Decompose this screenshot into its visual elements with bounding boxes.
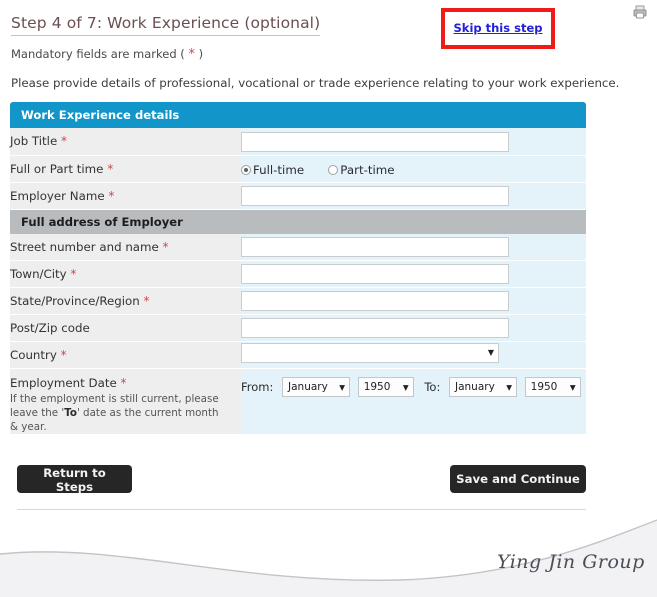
label-town-city-text: Town/City bbox=[10, 267, 67, 281]
employment-date-controls: From: January ▼ 1950 ▼ To: January ▼ 1950 ▼ bbox=[241, 377, 586, 397]
to-year-value: 1950 bbox=[530, 381, 558, 393]
radio-full-time-dot[interactable] bbox=[241, 165, 251, 175]
printer-icon[interactable] bbox=[632, 4, 648, 20]
form-row-state-province: State/Province/Region * bbox=[10, 287, 586, 315]
help-bold-to: To bbox=[64, 407, 77, 419]
to-month-value: January bbox=[454, 381, 495, 393]
label-country-text: Country bbox=[10, 348, 57, 362]
mandatory-note-prefix: Mandatory fields are marked ( bbox=[11, 47, 189, 61]
chevron-down-icon: ▼ bbox=[569, 383, 576, 392]
label-job-title: Job Title * bbox=[10, 128, 241, 156]
state-province-input[interactable] bbox=[241, 291, 509, 312]
value-post-zip bbox=[241, 314, 586, 342]
label-town-city: Town/City * bbox=[10, 260, 241, 288]
value-employer-name bbox=[241, 182, 586, 210]
town-city-input[interactable] bbox=[241, 264, 509, 285]
label-full-or-part-time-text: Full or Part time bbox=[10, 161, 104, 176]
value-town-city bbox=[241, 260, 586, 288]
company-logo-text: Ying Jin Group bbox=[497, 551, 645, 573]
label-country: Country * bbox=[10, 341, 241, 369]
label-street: Street number and name * bbox=[10, 233, 241, 261]
label-full-or-part-time: Full or Part time * bbox=[10, 155, 241, 183]
save-and-continue-button[interactable]: Save and Continue bbox=[450, 465, 586, 493]
section-header-employer-address: Full address of Employer bbox=[10, 209, 586, 234]
skip-step-highlight-box: Skip this step bbox=[441, 8, 555, 49]
radio-part-time-dot[interactable] bbox=[328, 165, 339, 175]
label-job-title-text: Job Title bbox=[10, 134, 58, 149]
intro-text: Please provide details of professional, … bbox=[11, 76, 620, 90]
chevron-down-icon: ▼ bbox=[402, 383, 409, 392]
from-label: From: bbox=[241, 379, 274, 394]
page-title: Step 4 of 7: Work Experience (optional) bbox=[11, 14, 321, 36]
value-state-province bbox=[241, 287, 586, 315]
mandatory-note-suffix: ) bbox=[194, 47, 204, 61]
skip-this-step-link[interactable]: Skip this step bbox=[445, 21, 551, 35]
radio-full-time[interactable]: Full-time bbox=[241, 163, 304, 177]
radio-full-time-label: Full-time bbox=[253, 163, 305, 177]
required-asterisk: * bbox=[143, 294, 150, 308]
country-select[interactable]: ▼ bbox=[241, 343, 499, 363]
from-year-value: 1950 bbox=[363, 381, 391, 393]
from-year-select[interactable]: 1950 ▼ bbox=[357, 377, 414, 397]
section-header-employer-address-label: Full address of Employer bbox=[10, 209, 586, 234]
label-employment-date-title: Employment Date * bbox=[10, 376, 241, 390]
required-asterisk: * bbox=[60, 134, 67, 149]
from-month-value: January bbox=[288, 381, 328, 393]
footer-divider bbox=[17, 509, 586, 510]
to-year-select[interactable]: 1950 ▼ bbox=[524, 377, 581, 397]
form-row-employer-name: Employer Name * bbox=[10, 182, 586, 210]
section-header-work-experience-label: Work Experience details bbox=[10, 102, 586, 128]
value-job-title bbox=[241, 128, 586, 156]
value-country: ▼ bbox=[241, 341, 586, 369]
label-state-province: State/Province/Region * bbox=[10, 287, 241, 315]
form-row-street: Street number and name * bbox=[10, 233, 586, 261]
required-asterisk: * bbox=[120, 376, 127, 390]
work-experience-form: Work Experience details Job Title * Full… bbox=[10, 102, 586, 435]
required-asterisk: * bbox=[70, 267, 77, 281]
from-month-select[interactable]: January ▼ bbox=[282, 377, 351, 397]
street-input[interactable] bbox=[241, 237, 509, 257]
label-employment-date-text: Employment Date bbox=[10, 376, 117, 390]
employment-date-help-text: If the employment is still current, plea… bbox=[10, 392, 226, 434]
section-header-work-experience: Work Experience details bbox=[10, 102, 586, 128]
label-employment-date: Employment Date * If the employment is s… bbox=[10, 368, 241, 435]
mandatory-fields-note: Mandatory fields are marked ( * ) bbox=[11, 47, 203, 62]
to-month-select[interactable]: January ▼ bbox=[448, 377, 517, 397]
label-post-zip-text: Post/Zip code bbox=[10, 321, 90, 335]
value-employment-date: From: January ▼ 1950 ▼ To: January ▼ 1950 ▼ bbox=[241, 368, 586, 435]
employer-name-input[interactable] bbox=[241, 185, 509, 206]
form-row-post-zip: Post/Zip code bbox=[10, 314, 586, 342]
chevron-down-icon: ▼ bbox=[339, 383, 346, 392]
chevron-down-icon: ▼ bbox=[506, 383, 512, 392]
required-asterisk: * bbox=[107, 161, 114, 176]
required-asterisk: * bbox=[162, 239, 169, 254]
value-street bbox=[241, 233, 586, 261]
label-employer-name-text: Employer Name bbox=[10, 188, 105, 203]
form-row-town-city: Town/City * bbox=[10, 260, 586, 288]
radio-part-time-label: Part-time bbox=[340, 163, 395, 177]
form-row-employment-date: Employment Date * If the employment is s… bbox=[10, 368, 586, 435]
label-post-zip: Post/Zip code bbox=[10, 314, 241, 342]
label-state-province-text: State/Province/Region bbox=[10, 294, 140, 308]
required-asterisk: * bbox=[108, 188, 115, 203]
form-row-job-title: Job Title * bbox=[10, 128, 586, 156]
to-label: To: bbox=[424, 379, 441, 394]
label-street-text: Street number and name bbox=[10, 239, 159, 254]
post-zip-input[interactable] bbox=[241, 318, 509, 339]
required-asterisk: * bbox=[60, 348, 67, 362]
form-row-full-or-part-time: Full or Part time * Full-time Part-time bbox=[10, 155, 586, 183]
chevron-down-icon: ▼ bbox=[487, 348, 494, 357]
label-employer-name: Employer Name * bbox=[10, 182, 241, 210]
form-row-country: Country * ▼ bbox=[10, 341, 586, 369]
value-full-or-part-time: Full-time Part-time bbox=[241, 155, 586, 183]
page-root: Step 4 of 7: Work Experience (optional) … bbox=[0, 0, 657, 597]
job-title-input[interactable] bbox=[241, 131, 509, 152]
return-to-steps-button[interactable]: Return to Steps bbox=[17, 465, 132, 494]
radio-part-time[interactable]: Part-time bbox=[328, 163, 394, 177]
